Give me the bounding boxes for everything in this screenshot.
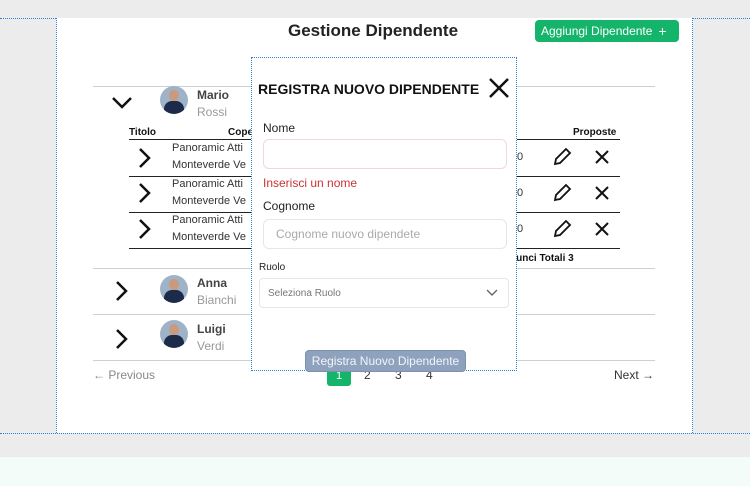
employee-last-name: Rossi: [197, 105, 228, 119]
delete-icon[interactable]: [594, 221, 610, 237]
add-employee-label: Aggiungi Dipendente: [541, 24, 653, 38]
employee-first-name: Mario: [197, 88, 230, 102]
table-cell-subtitle: Monteverde Ve: [172, 195, 246, 207]
pencil-icon[interactable]: [551, 146, 573, 168]
register-employee-modal: REGISTRA NUOVO DIPENDENTE Nome Inserisci…: [251, 57, 517, 372]
close-icon[interactable]: [488, 77, 510, 99]
avatar: [160, 86, 188, 114]
ruolo-label: Ruolo: [259, 262, 286, 273]
add-employee-button[interactable]: Aggiungi Dipendente +: [535, 20, 679, 42]
employee-first-name: Luigi: [197, 322, 226, 336]
table-cell-value: 0: [517, 187, 524, 199]
employee-first-name: Anna: [197, 276, 227, 290]
avatar: [160, 320, 188, 348]
table-cell-subtitle: Monteverde Ve: [172, 159, 246, 171]
pencil-icon[interactable]: [551, 182, 573, 204]
nome-input[interactable]: [263, 139, 507, 169]
column-header-proposte: Proposte: [573, 127, 617, 138]
cognome-placeholder: Cognome nuovo dipendete: [276, 227, 421, 241]
page-title: Gestione Dipendente: [288, 21, 459, 40]
ruolo-selected-value: Seleziona Ruolo: [268, 287, 341, 299]
chevron-right-icon[interactable]: [115, 280, 129, 302]
previous-page-link[interactable]: ← Previous: [93, 368, 155, 382]
column-header-copertina: Cope: [228, 127, 253, 138]
pencil-icon[interactable]: [551, 218, 573, 240]
chevron-down-icon: [486, 289, 498, 296]
table-cell-value: 0: [517, 151, 524, 163]
table-cell-value: 0: [517, 223, 524, 235]
totals-text: nunci Totali 3: [510, 253, 574, 264]
ruolo-select[interactable]: Seleziona Ruolo: [259, 278, 509, 308]
cognome-label: Cognome: [263, 199, 316, 213]
table-cell-subtitle: Monteverde Ve: [172, 231, 246, 243]
employee-last-name: Verdi: [197, 339, 225, 353]
column-header-titolo: Titolo: [129, 127, 157, 138]
chevron-right-icon[interactable]: [115, 328, 129, 350]
chevron-right-icon[interactable]: [138, 182, 152, 204]
chevron-down-icon[interactable]: [111, 96, 133, 110]
nome-error-message: Inserisci un nome: [263, 176, 358, 190]
cognome-input[interactable]: Cognome nuovo dipendete: [263, 219, 507, 249]
delete-icon[interactable]: [594, 149, 610, 165]
register-employee-button[interactable]: Registra Nuovo Dipendente: [305, 350, 466, 372]
nome-label: Nome: [263, 121, 296, 135]
employee-last-name: Bianchi: [197, 293, 237, 307]
table-cell-title: Panoramic Atti: [172, 142, 243, 154]
table-cell-title: Panoramic Atti: [172, 214, 243, 226]
plus-icon: +: [658, 23, 667, 39]
delete-icon[interactable]: [594, 185, 610, 201]
avatar: [160, 275, 188, 303]
chevron-right-icon[interactable]: [138, 218, 152, 240]
chevron-right-icon[interactable]: [138, 147, 152, 169]
next-page-link[interactable]: Next →: [614, 368, 654, 382]
modal-title: REGISTRA NUOVO DIPENDENTE: [258, 81, 480, 97]
table-cell-title: Panoramic Atti: [172, 178, 243, 190]
